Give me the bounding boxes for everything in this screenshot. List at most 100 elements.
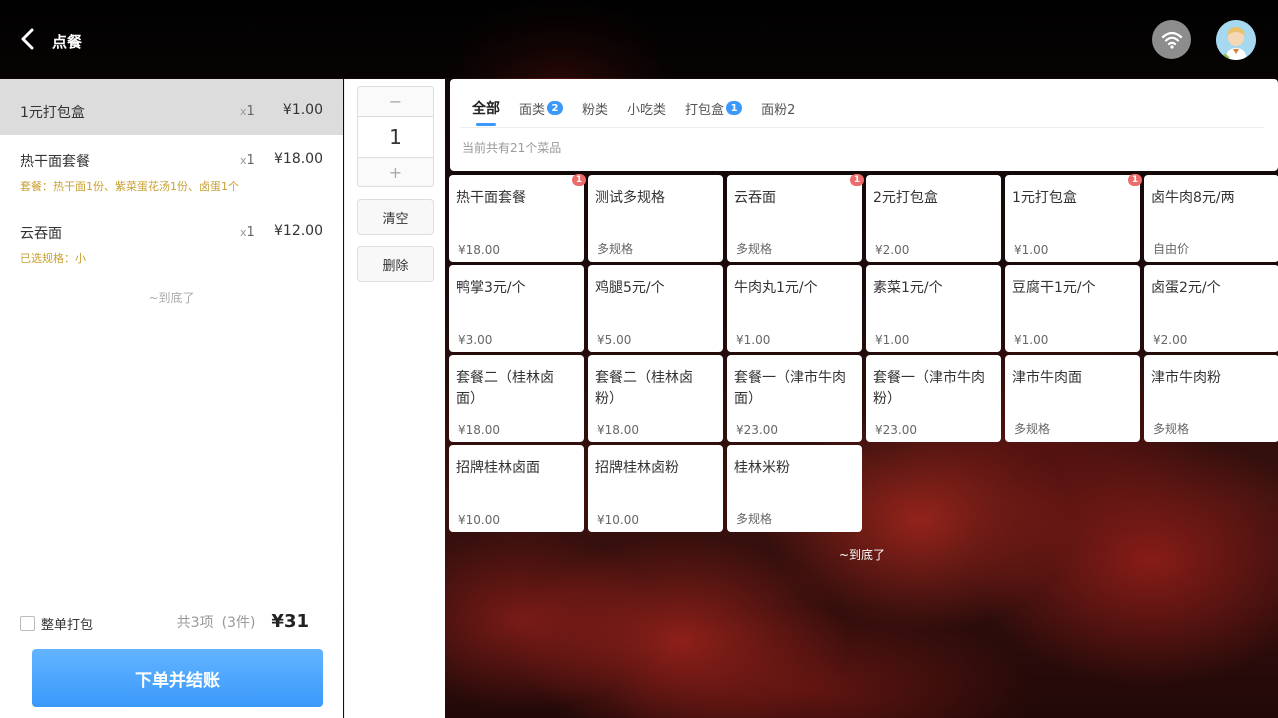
- dish-name: 测试多规格: [595, 190, 665, 206]
- dish-card[interactable]: 素菜1元/个 ¥1.00: [866, 265, 1001, 352]
- cart-item-price: ¥1.00: [282, 102, 323, 118]
- dish-count-badge: 1: [850, 174, 864, 186]
- dish-name: 豆腐干1元/个: [1012, 280, 1096, 296]
- cart-end-text: ~到底了: [148, 291, 195, 305]
- cart-item-price: ¥18.00: [274, 151, 323, 167]
- cart-item[interactable]: 1元打包盒 x1 ¥1.00: [0, 79, 343, 135]
- item-controls: − 1 + 清空 删除: [344, 79, 445, 718]
- checkout-button[interactable]: 下单并结账: [32, 649, 323, 707]
- divider: [460, 127, 1264, 128]
- increase-button[interactable]: +: [358, 158, 433, 187]
- dish-card[interactable]: 套餐二（桂林卤粉） ¥18.00: [588, 355, 723, 442]
- dish-card[interactable]: 卤蛋2元/个 ¥2.00: [1144, 265, 1278, 352]
- tab-label: 打包盒: [685, 102, 725, 118]
- dish-name: 套餐一（津市牛肉粉）: [873, 370, 985, 407]
- tab-all[interactable]: 全部: [472, 98, 500, 126]
- dish-price: ¥1.00: [1014, 333, 1049, 347]
- dish-name: 套餐一（津市牛肉面）: [734, 370, 846, 407]
- dish-card[interactable]: 套餐一（津市牛肉面） ¥23.00: [727, 355, 862, 442]
- category-panel: 全部 面类 2 粉类 小吃类 打包盒 1 面粉2 当前共有21个菜品: [450, 79, 1278, 171]
- dish-card[interactable]: 招牌桂林卤粉 ¥10.00: [588, 445, 723, 532]
- dish-name: 卤牛肉8元/两: [1151, 190, 1235, 206]
- quantity-value[interactable]: 1: [358, 116, 433, 158]
- dish-price: ¥23.00: [875, 423, 917, 437]
- dish-price: 多规格: [736, 242, 773, 256]
- dish-name: 套餐二（桂林卤面）: [456, 370, 554, 407]
- dish-name: 鸡腿5元/个: [595, 280, 665, 296]
- cart-item-note: 已选规格：小: [20, 252, 86, 265]
- dish-price: ¥18.00: [458, 423, 500, 437]
- dish-name: 套餐二（桂林卤粉）: [595, 370, 693, 407]
- dish-card[interactable]: 牛肉丸1元/个 ¥1.00: [727, 265, 862, 352]
- dish-price: 多规格: [736, 512, 773, 526]
- dish-card[interactable]: 卤牛肉8元/两 自由价: [1144, 175, 1278, 262]
- dish-card[interactable]: 津市牛肉粉 多规格: [1144, 355, 1278, 442]
- dish-price: 自由价: [1153, 242, 1190, 256]
- dish-card[interactable]: 招牌桂林卤面 ¥10.00: [449, 445, 584, 532]
- dish-price: ¥10.00: [597, 513, 639, 527]
- delete-button[interactable]: 删除: [357, 246, 434, 282]
- tab-noodles-2[interactable]: 面粉2: [761, 98, 795, 118]
- dish-card[interactable]: 鸭掌3元/个 ¥3.00: [449, 265, 584, 352]
- cart-item-qty: x1: [240, 153, 255, 168]
- dish-card[interactable]: 热干面套餐 ¥18.00 1: [449, 174, 586, 262]
- grid-end-text: ~到底了: [839, 548, 886, 562]
- dish-name: 云吞面: [734, 190, 776, 206]
- user-avatar[interactable]: [1216, 20, 1256, 60]
- checkbox-icon[interactable]: [20, 616, 35, 631]
- dish-card[interactable]: 豆腐干1元/个 ¥1.00: [1005, 265, 1140, 352]
- pack-all-label: 整单打包: [41, 618, 94, 633]
- top-bar: 点餐: [0, 0, 1278, 78]
- wifi-icon[interactable]: [1152, 20, 1191, 59]
- tab-badge: 1: [726, 101, 743, 115]
- cart-item-qty: x1: [240, 225, 255, 240]
- dish-name: 卤蛋2元/个: [1151, 280, 1221, 296]
- dish-card[interactable]: 1元打包盒 ¥1.00 1: [1005, 174, 1142, 262]
- tab-label: 全部: [472, 101, 500, 117]
- tab-label: 面粉2: [761, 102, 796, 118]
- tab-rice-noodles[interactable]: 粉类: [582, 98, 608, 118]
- dish-name: 招牌桂林卤粉: [595, 460, 679, 476]
- dish-price: ¥2.00: [875, 243, 910, 257]
- total-count: 共3项: [176, 615, 214, 631]
- cart-item-qty: x1: [240, 104, 255, 119]
- dish-name: 鸭掌3元/个: [456, 280, 526, 296]
- dish-price: ¥18.00: [597, 423, 639, 437]
- dish-name: 桂林米粉: [734, 460, 790, 476]
- dish-price: ¥5.00: [597, 333, 632, 347]
- dish-count: 当前共有21个菜品: [462, 141, 562, 155]
- cart-totals: 共3项 (3件) ¥31: [177, 611, 309, 632]
- dish-card[interactable]: 云吞面多规格 1: [727, 174, 864, 262]
- tab-label: 小吃类: [627, 102, 667, 118]
- back-arrow-icon[interactable]: [18, 28, 38, 50]
- dish-card[interactable]: 套餐一（津市牛肉粉） ¥23.00: [866, 355, 1001, 442]
- tab-noodles[interactable]: 面类 2: [519, 98, 564, 118]
- cart-item-name: 1元打包盒: [20, 105, 85, 121]
- dish-card[interactable]: 2元打包盒 ¥2.00: [866, 175, 1001, 262]
- dish-price: 多规格: [1153, 422, 1190, 436]
- tab-takeout-boxes[interactable]: 打包盒 1: [685, 98, 743, 118]
- cart-item[interactable]: 云吞面 x1 ¥12.00 已选规格：小: [0, 205, 343, 275]
- dish-name: 津市牛肉粉: [1151, 370, 1221, 386]
- decrease-button[interactable]: −: [358, 87, 433, 116]
- tab-label: 面类: [519, 102, 546, 118]
- dish-name: 1元打包盒: [1012, 190, 1077, 206]
- dish-price: ¥23.00: [736, 423, 778, 437]
- tab-badge: 2: [547, 101, 564, 115]
- dish-price: ¥1.00: [736, 333, 771, 347]
- quantity-stepper: − 1 +: [357, 86, 434, 187]
- clear-button[interactable]: 清空: [357, 199, 434, 235]
- dish-name: 热干面套餐: [456, 190, 526, 206]
- total-pieces: (3件): [221, 615, 256, 631]
- dish-price: ¥2.00: [1153, 333, 1188, 347]
- dish-card[interactable]: 津市牛肉面 多规格: [1005, 355, 1140, 442]
- dish-card[interactable]: 桂林米粉 多规格: [727, 445, 862, 532]
- dish-price: 多规格: [1014, 422, 1051, 436]
- pack-all-checkbox[interactable]: 整单打包: [20, 614, 93, 633]
- dish-card[interactable]: 鸡腿5元/个 ¥5.00: [588, 265, 723, 352]
- dish-card[interactable]: 测试多规格 多规格: [588, 175, 723, 262]
- dish-count-badge: 1: [1128, 174, 1142, 186]
- tab-snacks[interactable]: 小吃类: [627, 98, 666, 118]
- cart-item[interactable]: 热干面套餐 x1 ¥18.00 套餐：热干面1份、紫菜蛋花汤1份、卤蛋1个: [0, 135, 343, 205]
- dish-card[interactable]: 套餐二（桂林卤面） ¥18.00: [449, 355, 584, 442]
